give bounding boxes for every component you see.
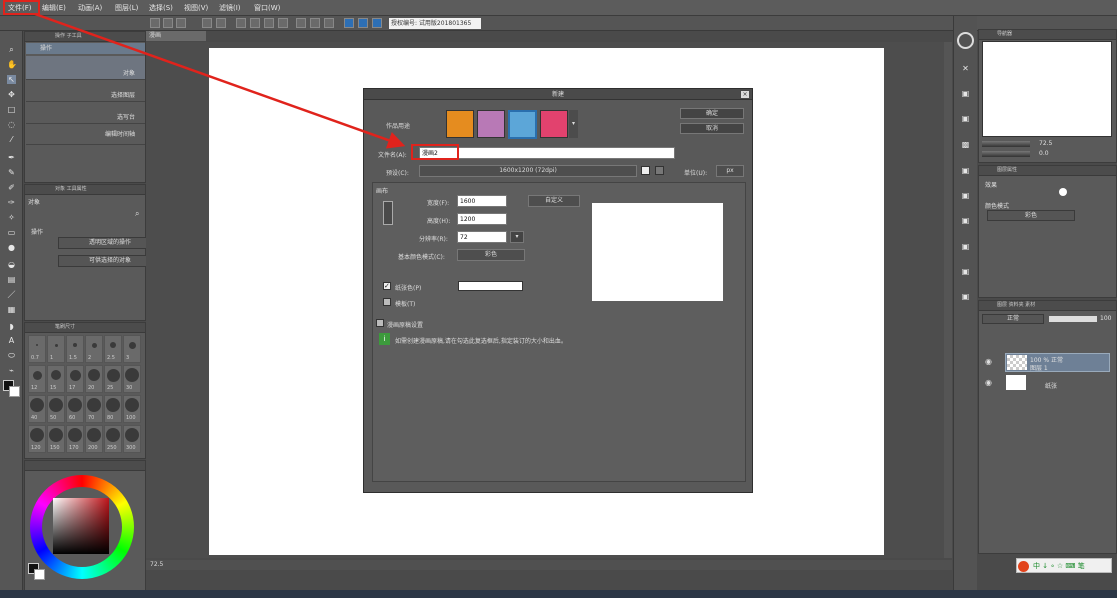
zoom-value: 72.5 bbox=[1039, 140, 1053, 147]
rotate-slider[interactable] bbox=[982, 151, 1030, 157]
layer-row-1[interactable]: 100 % 正常 图层 1 bbox=[1005, 353, 1110, 372]
navigator-panel: 导航器 72.5 0.0 bbox=[978, 29, 1117, 163]
arrow-to-filename bbox=[34, 12, 406, 149]
taskbar bbox=[0, 590, 1117, 598]
paper-layer-name: 纸张 bbox=[1045, 383, 1058, 390]
paper-thumbnail bbox=[1006, 375, 1026, 390]
blend-mode-dropdown[interactable]: 正常 bbox=[982, 314, 1044, 324]
layer-panel-tabs[interactable]: 图层 资料夹 素材 bbox=[979, 301, 1116, 311]
color-mode-label: 颜色模式 bbox=[985, 203, 1010, 210]
navigator-preview[interactable] bbox=[982, 41, 1112, 137]
page-manager-icon[interactable]: ▣ bbox=[961, 292, 970, 301]
animation-cel-icon[interactable]: ▣ bbox=[961, 242, 970, 251]
auto-action-icon[interactable]: ▣ bbox=[961, 216, 970, 225]
ime-status: 中 ↓ ∘ ☆ ⌨ 笔 bbox=[1033, 562, 1085, 570]
layer-1-name: 图层 1 bbox=[1030, 365, 1048, 372]
history-icon[interactable]: ▣ bbox=[961, 166, 970, 175]
layer-color-mode-dropdown[interactable]: 彩色 bbox=[987, 210, 1075, 221]
opacity-value: 100 bbox=[1100, 315, 1112, 322]
timeline-icon[interactable]: ▣ bbox=[961, 267, 970, 276]
eye-icon[interactable]: ◉ bbox=[985, 378, 995, 388]
sub-view-icon[interactable]: ▣ bbox=[961, 114, 970, 123]
sogou-icon bbox=[1018, 561, 1029, 572]
right-icon-strip: ✕ ▣ ▣ ▩ ▣ ▣ ▣ ▣ ▣ ▣ bbox=[953, 16, 977, 598]
rotate-value: 0.0 bbox=[1039, 150, 1049, 157]
ime-toolbar[interactable]: 中 ↓ ∘ ☆ ⌨ 笔 bbox=[1016, 558, 1112, 573]
quick-access-icon[interactable]: ▣ bbox=[961, 191, 970, 200]
effect-color-icon[interactable] bbox=[1059, 188, 1067, 196]
layer-row-paper[interactable]: 纸张 bbox=[1005, 374, 1110, 393]
effect-label: 效果 bbox=[985, 182, 998, 189]
zoom-slider[interactable] bbox=[982, 141, 1030, 147]
layer-thumbnail bbox=[1007, 355, 1027, 370]
item-bank-icon[interactable]: ▣ bbox=[961, 89, 970, 98]
opacity-slider[interactable] bbox=[1049, 316, 1097, 322]
eye-icon[interactable]: ◉ bbox=[985, 357, 995, 367]
annotation-arrows bbox=[34, 12, 406, 149]
layer-panel: 图层 资料夹 素材 正常 100 100 % 正常 图层 1 纸张 ◉ ◉ bbox=[978, 300, 1117, 554]
navigator-tab[interactable]: 导航器 bbox=[979, 30, 1116, 40]
layer-search-icon[interactable]: ▩ bbox=[961, 140, 970, 149]
material-icon[interactable]: ✕ bbox=[961, 64, 970, 73]
layer-property-panel: 图层属性 效果 颜色模式 彩色 bbox=[978, 165, 1117, 298]
layer-property-tab[interactable]: 图层属性 bbox=[979, 166, 1116, 176]
search-icon[interactable] bbox=[957, 32, 974, 49]
